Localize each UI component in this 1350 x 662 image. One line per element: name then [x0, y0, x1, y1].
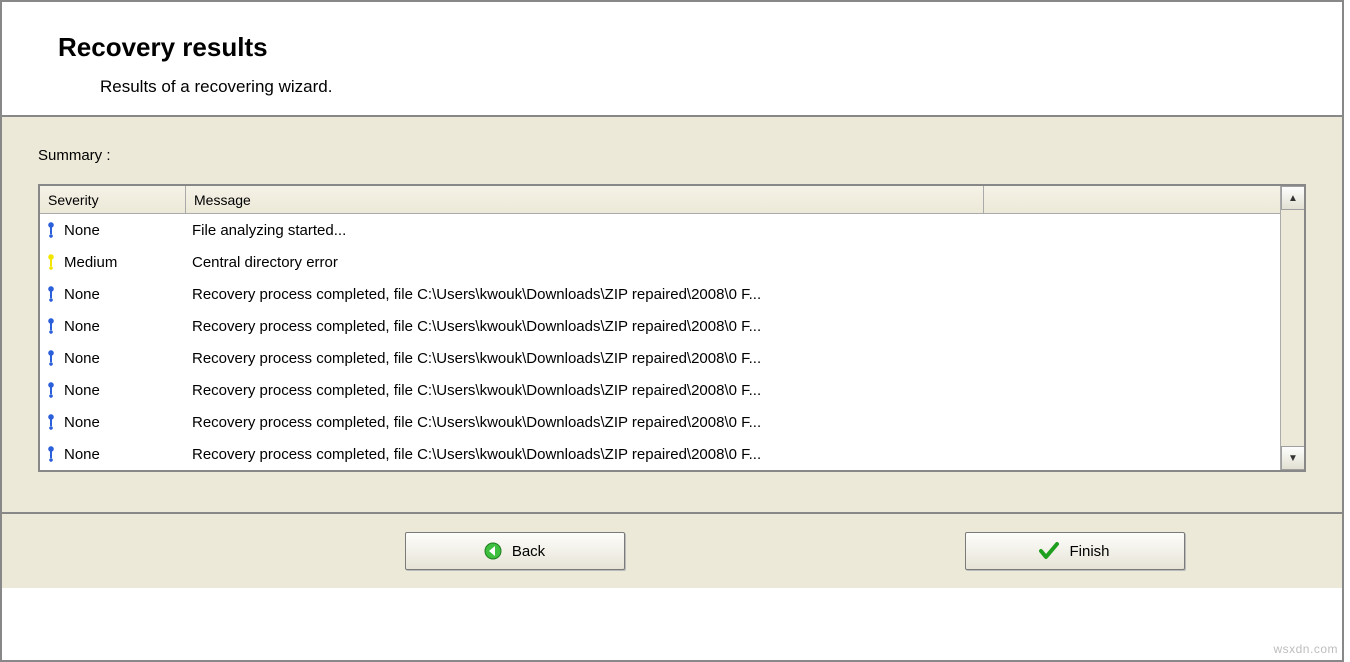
table-row[interactable]: None Recovery process completed, file C:…: [40, 278, 1280, 310]
back-button-label: Back: [512, 543, 545, 560]
table-body: None File analyzing started... Medium Ce…: [40, 214, 1304, 470]
warning-icon: [46, 254, 56, 270]
table-row[interactable]: None Recovery process completed, file C:…: [40, 310, 1280, 342]
info-icon: [46, 382, 56, 398]
finish-button[interactable]: Finish: [965, 532, 1185, 570]
table-row[interactable]: None Recovery process completed, file C:…: [40, 438, 1280, 470]
severity-value: None: [64, 286, 100, 303]
message-value: Recovery process completed, file C:\User…: [192, 446, 1280, 463]
back-button[interactable]: Back: [405, 532, 625, 570]
severity-value: None: [64, 446, 100, 463]
watermark-text: wsxdn.com: [1273, 642, 1338, 656]
scroll-down-button[interactable]: ▼: [1281, 446, 1305, 470]
column-message[interactable]: Message: [186, 186, 984, 213]
severity-value: None: [64, 414, 100, 431]
message-value: Recovery process completed, file C:\User…: [192, 286, 1280, 303]
severity-value: None: [64, 382, 100, 399]
message-value: Recovery process completed, file C:\User…: [192, 414, 1280, 431]
severity-value: None: [64, 318, 100, 335]
content-panel: Summary : Severity Message ▲ ▼: [2, 117, 1342, 514]
chevron-down-icon: ▼: [1288, 453, 1298, 464]
message-value: Recovery process completed, file C:\User…: [192, 350, 1280, 367]
info-icon: [46, 222, 56, 238]
scroll-up-button[interactable]: ▲: [1281, 186, 1305, 210]
severity-value: Medium: [64, 254, 117, 271]
chevron-up-icon: ▲: [1288, 193, 1298, 204]
table-row[interactable]: None File analyzing started...: [40, 214, 1280, 246]
finish-button-label: Finish: [1069, 543, 1109, 560]
message-value: Recovery process completed, file C:\User…: [192, 318, 1280, 335]
severity-value: None: [64, 222, 100, 239]
message-value: File analyzing started...: [192, 222, 1280, 239]
page-title: Recovery results: [58, 32, 1342, 63]
table-row[interactable]: Medium Central directory error: [40, 246, 1280, 278]
info-icon: [46, 350, 56, 366]
wizard-footer: Back Finish: [2, 514, 1342, 588]
column-severity[interactable]: Severity: [40, 186, 186, 213]
table-row[interactable]: None Recovery process completed, file C:…: [40, 342, 1280, 374]
table-header: Severity Message: [40, 186, 1304, 214]
back-arrow-icon: [484, 542, 502, 560]
vertical-scrollbar[interactable]: ▲ ▼: [1280, 186, 1304, 470]
info-icon: [46, 318, 56, 334]
info-icon: [46, 414, 56, 430]
table-row[interactable]: None Recovery process completed, file C:…: [40, 406, 1280, 438]
table-row[interactable]: None Recovery process completed, file C:…: [40, 374, 1280, 406]
results-table: Severity Message ▲ ▼ None File: [38, 184, 1306, 472]
wizard-window: Recovery results Results of a recovering…: [0, 0, 1344, 662]
summary-label: Summary :: [38, 147, 1306, 164]
page-subtitle: Results of a recovering wizard.: [100, 77, 1342, 97]
message-value: Recovery process completed, file C:\User…: [192, 382, 1280, 399]
message-value: Central directory error: [192, 254, 1280, 271]
column-empty: [984, 186, 1304, 213]
info-icon: [46, 286, 56, 302]
info-icon: [46, 446, 56, 462]
severity-value: None: [64, 350, 100, 367]
checkmark-icon: [1039, 542, 1059, 560]
wizard-header: Recovery results Results of a recovering…: [2, 2, 1342, 117]
